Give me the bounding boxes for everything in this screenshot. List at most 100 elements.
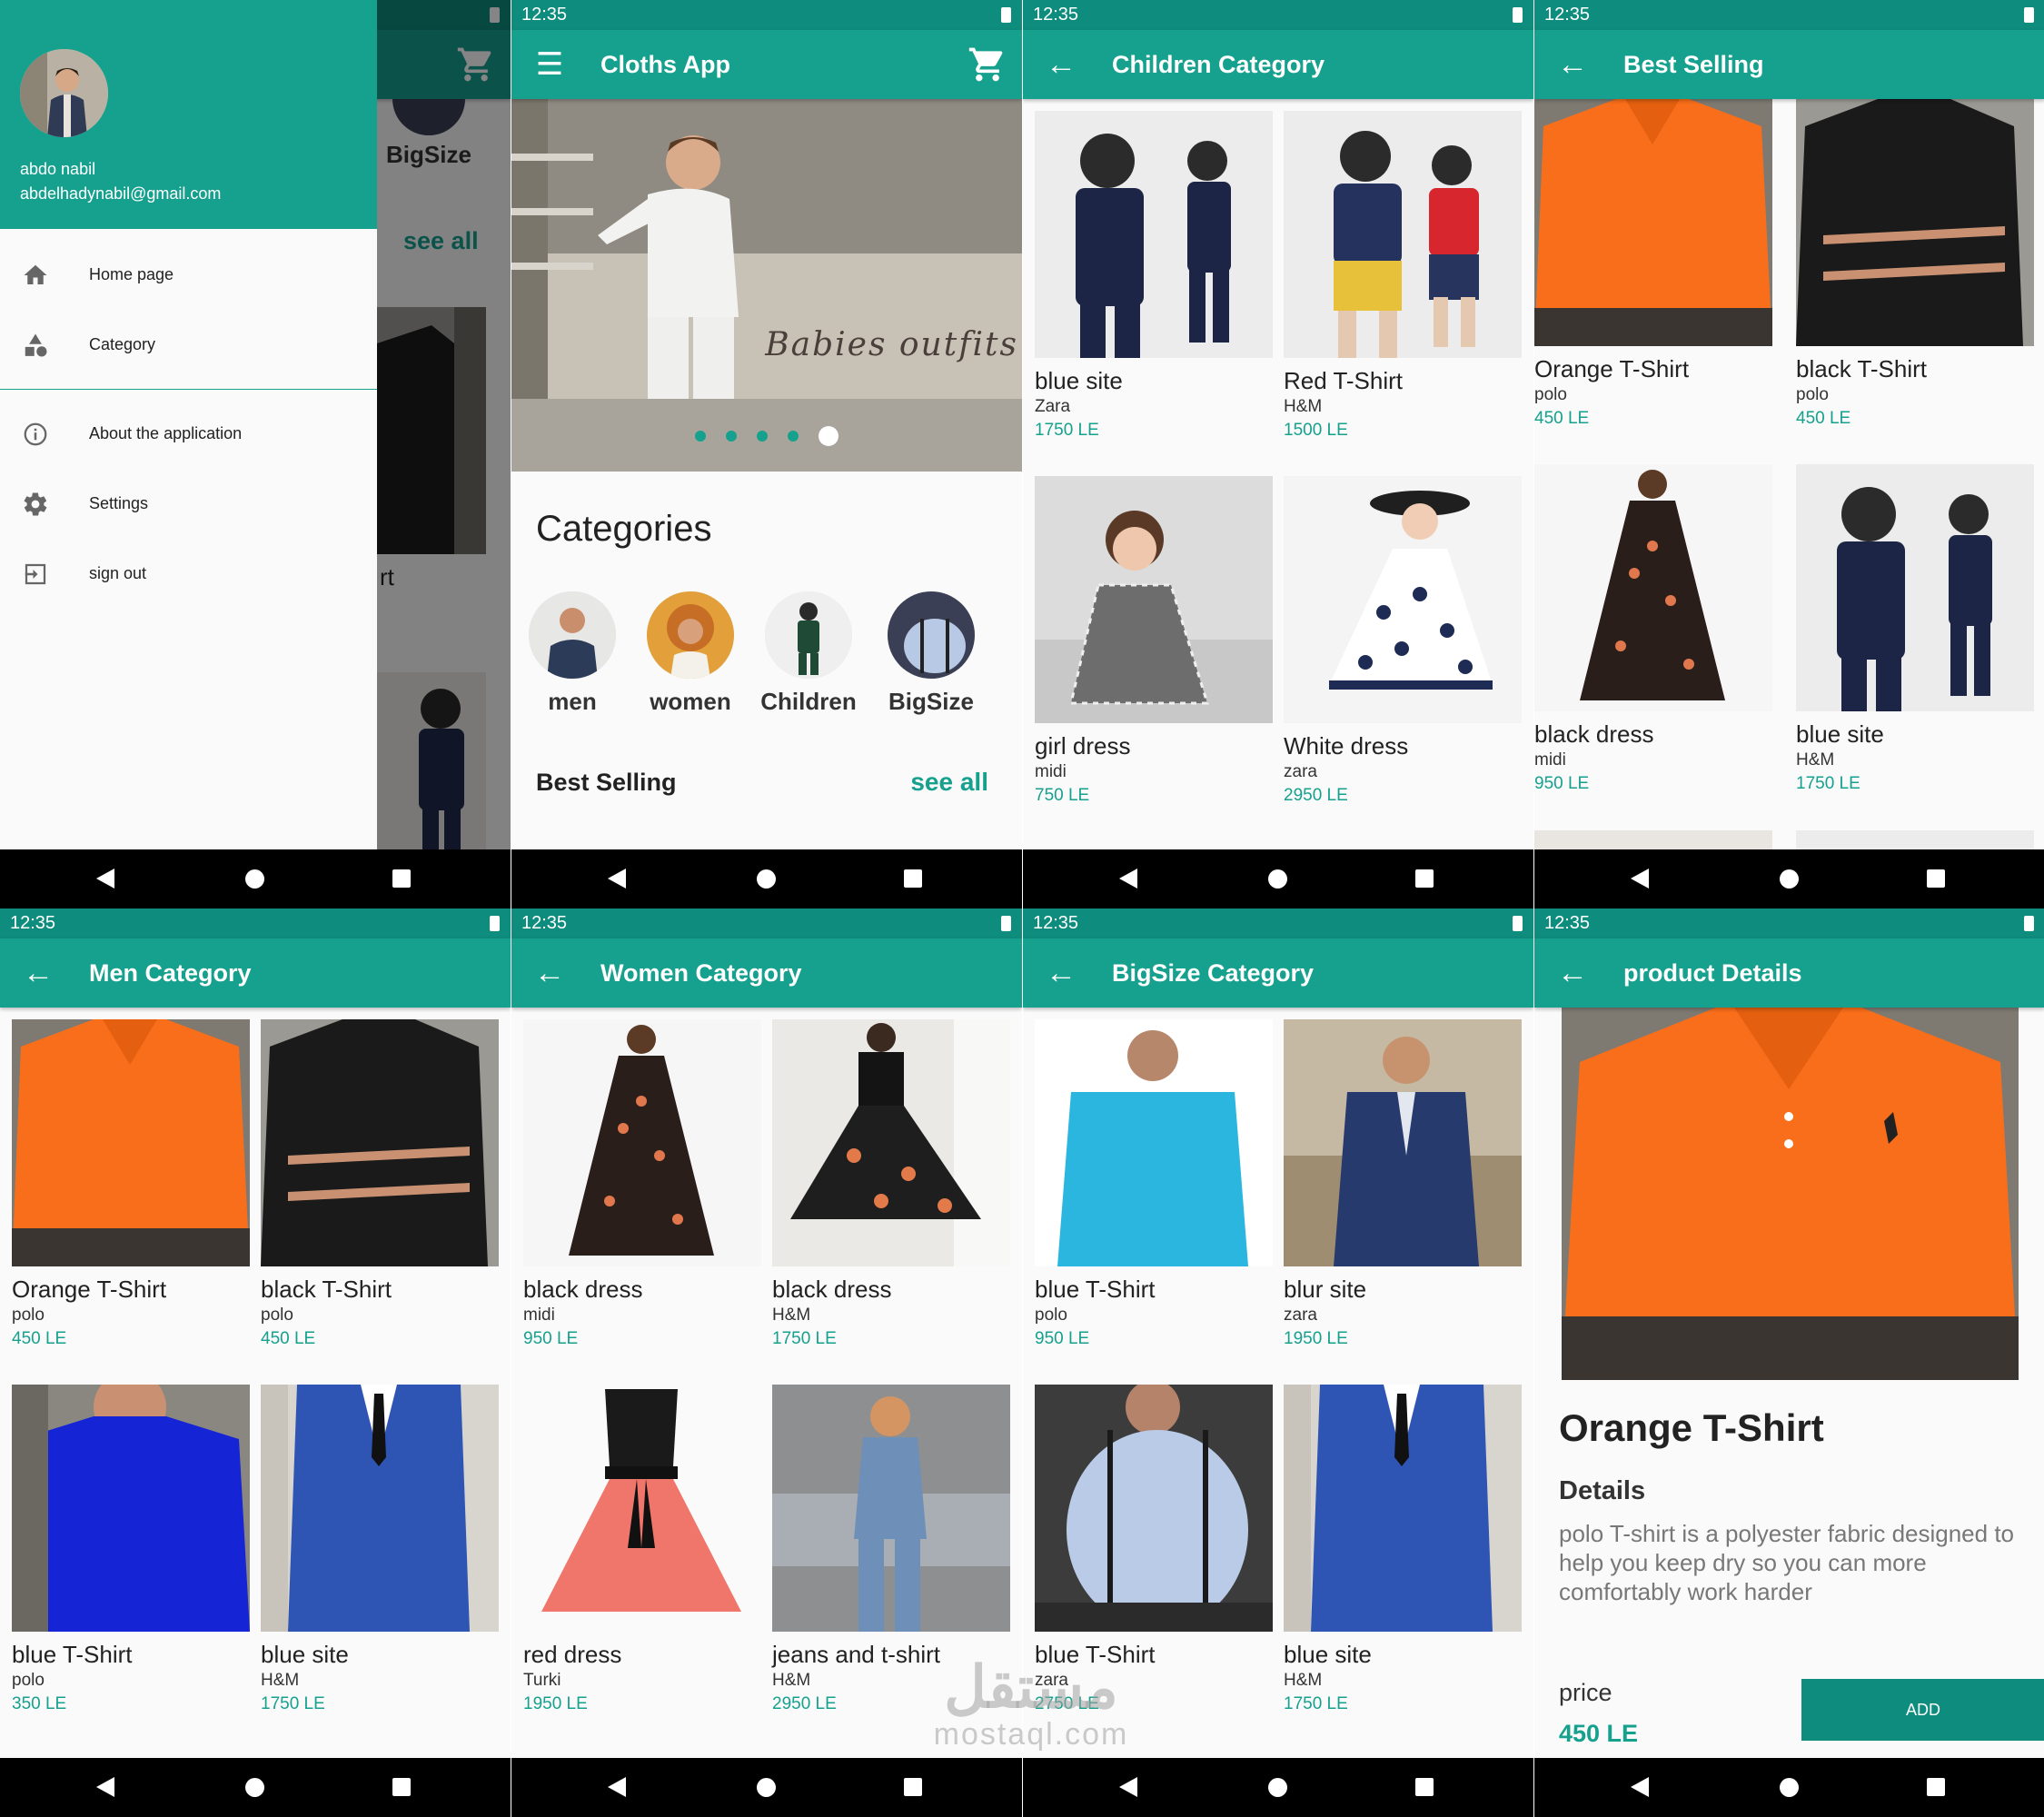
recents-icon[interactable] — [904, 1778, 922, 1796]
product-name: black dress — [1534, 720, 1654, 748]
menu-icon[interactable]: ☰ — [531, 46, 568, 83]
home-button-icon[interactable] — [245, 1778, 264, 1797]
home-button-icon[interactable] — [245, 869, 264, 889]
home-button-icon[interactable] — [1780, 1778, 1799, 1797]
category-men[interactable]: men — [518, 591, 627, 716]
system-nav-bar — [1534, 849, 2044, 908]
product-image — [261, 1385, 499, 1632]
product-card[interactable]: Red T-Shirt H&M 1500 LE — [1284, 111, 1522, 441]
recents-icon[interactable] — [1415, 869, 1434, 888]
product-price: 950 LE — [523, 1329, 579, 1348]
system-nav-bar — [511, 1758, 1022, 1817]
recents-icon[interactable] — [904, 869, 922, 888]
product-price: 1750 LE — [772, 1329, 837, 1348]
product-card[interactable]: black T-Shirt polo 450 LE — [261, 1019, 499, 1349]
product-price: 450 LE — [12, 1329, 67, 1348]
product-name: Orange T-Shirt — [1559, 1406, 1824, 1449]
back-arrow-icon[interactable]: ← — [531, 955, 568, 991]
product-name: jeans and t-shirt — [772, 1641, 940, 1668]
menu-item-settings[interactable]: Settings — [0, 476, 377, 531]
carousel-dot[interactable] — [788, 431, 799, 442]
back-arrow-icon[interactable]: ← — [1554, 955, 1591, 991]
carousel-dot[interactable] — [695, 431, 706, 442]
product-price: 2950 LE — [1284, 786, 1348, 805]
product-card[interactable]: red dress Turki 1950 LE — [523, 1385, 761, 1714]
gear-icon — [24, 492, 47, 516]
product-name: blue T-Shirt — [1035, 1641, 1156, 1668]
recents-icon[interactable] — [392, 1778, 411, 1796]
category-image — [647, 591, 734, 679]
back-icon[interactable] — [1119, 1777, 1137, 1797]
back-icon[interactable] — [96, 1777, 114, 1797]
recents-icon[interactable] — [392, 869, 411, 888]
product-card[interactable]: blue T-Shirt polo 950 LE — [1035, 1019, 1273, 1349]
product-card[interactable]: jeans and t-shirt H&M 2950 LE — [772, 1385, 1010, 1714]
carousel-dot-active[interactable] — [819, 426, 838, 446]
back-arrow-icon[interactable]: ← — [20, 955, 56, 991]
product-card[interactable]: blue site H&M 1750 LE — [261, 1385, 499, 1714]
recents-icon[interactable] — [1927, 1778, 1945, 1796]
cart-icon[interactable] — [967, 45, 1007, 84]
product-card[interactable]: black dress midi 950 LE — [1534, 464, 1772, 794]
home-button-icon[interactable] — [1268, 869, 1287, 889]
product-price: 950 LE — [1534, 774, 1590, 793]
back-icon[interactable] — [1119, 869, 1137, 889]
product-card[interactable]: girl dress midi 750 LE — [1035, 476, 1273, 806]
banner-caption: Babies outfits — [765, 326, 1018, 363]
recents-icon[interactable] — [1415, 1778, 1434, 1796]
carousel-dot[interactable] — [757, 431, 768, 442]
product-name: blue site — [261, 1641, 349, 1668]
category-women[interactable]: women — [636, 591, 745, 716]
product-card[interactable]: White dress zara 2950 LE — [1284, 476, 1522, 806]
avatar[interactable] — [20, 49, 108, 137]
product-image — [1035, 1019, 1273, 1266]
menu-item-category[interactable]: Category — [0, 317, 377, 372]
menu-item-signout[interactable]: sign out — [0, 546, 377, 601]
carousel-dot[interactable] — [726, 431, 737, 442]
product-card[interactable]: blue site H&M 1750 LE — [1796, 464, 2034, 794]
app-bar: ← Women Category — [511, 938, 1022, 1008]
product-card[interactable]: blue T-Shirt polo 350 LE — [12, 1385, 250, 1714]
home-button-icon[interactable] — [1780, 869, 1799, 889]
battery-icon — [1001, 7, 1011, 23]
product-name: black T-Shirt — [261, 1276, 392, 1303]
product-card[interactable]: black dress H&M 1750 LE — [772, 1019, 1010, 1349]
back-icon[interactable] — [608, 1777, 626, 1797]
back-icon[interactable] — [1631, 869, 1649, 889]
add-to-cart-button[interactable]: ADD — [1801, 1679, 2044, 1741]
back-arrow-icon[interactable]: ← — [1043, 955, 1079, 991]
app-bar: ← Men Category — [0, 938, 511, 1008]
recents-icon[interactable] — [1927, 869, 1945, 888]
back-icon[interactable] — [1631, 1777, 1649, 1797]
product-card[interactable]: Orange T-Shirt polo 450 LE — [1534, 99, 1772, 429]
menu-item-home[interactable]: Home page — [0, 247, 377, 302]
product-name: Red T-Shirt — [1284, 367, 1404, 394]
system-nav-bar — [0, 1758, 511, 1817]
app-bar: ← BigSize Category — [1023, 938, 1533, 1008]
product-card[interactable]: blue site Zara 1750 LE — [1035, 111, 1273, 441]
banner-carousel[interactable]: Babies outfits — [511, 99, 1022, 472]
product-image — [1796, 99, 2034, 346]
home-button-icon[interactable] — [757, 1778, 776, 1797]
home-button-icon[interactable] — [757, 869, 776, 889]
carousel-indicator — [511, 426, 1022, 448]
home-button-icon[interactable] — [1268, 1778, 1287, 1797]
category-children[interactable]: Children — [754, 591, 863, 716]
see-all-link[interactable]: see all — [910, 768, 988, 797]
category-bigsize[interactable]: BigSize — [877, 591, 986, 716]
back-arrow-icon[interactable]: ← — [1043, 46, 1079, 83]
product-card[interactable]: black T-Shirt polo 450 LE — [1796, 99, 2034, 429]
back-arrow-icon[interactable]: ← — [1554, 46, 1591, 83]
menu-item-about[interactable]: About the application — [0, 406, 377, 461]
product-card[interactable]: blur site zara 1950 LE — [1284, 1019, 1522, 1349]
back-icon[interactable] — [608, 869, 626, 889]
back-icon[interactable] — [96, 869, 114, 889]
price-value: 450 LE — [1559, 1720, 1639, 1747]
product-card[interactable]: blue site H&M 1750 LE — [1284, 1385, 1522, 1714]
product-card[interactable]: black dress midi 950 LE — [523, 1019, 761, 1349]
product-card[interactable]: blue T-Shirt zara 2750 LE — [1035, 1385, 1273, 1714]
product-price: 1500 LE — [1284, 421, 1348, 440]
battery-icon — [1513, 916, 1523, 931]
navigation-drawer: abdo nabil abdelhadynabil@gmail.com Home… — [0, 0, 377, 849]
product-card[interactable]: Orange T-Shirt polo 450 LE — [12, 1019, 250, 1349]
